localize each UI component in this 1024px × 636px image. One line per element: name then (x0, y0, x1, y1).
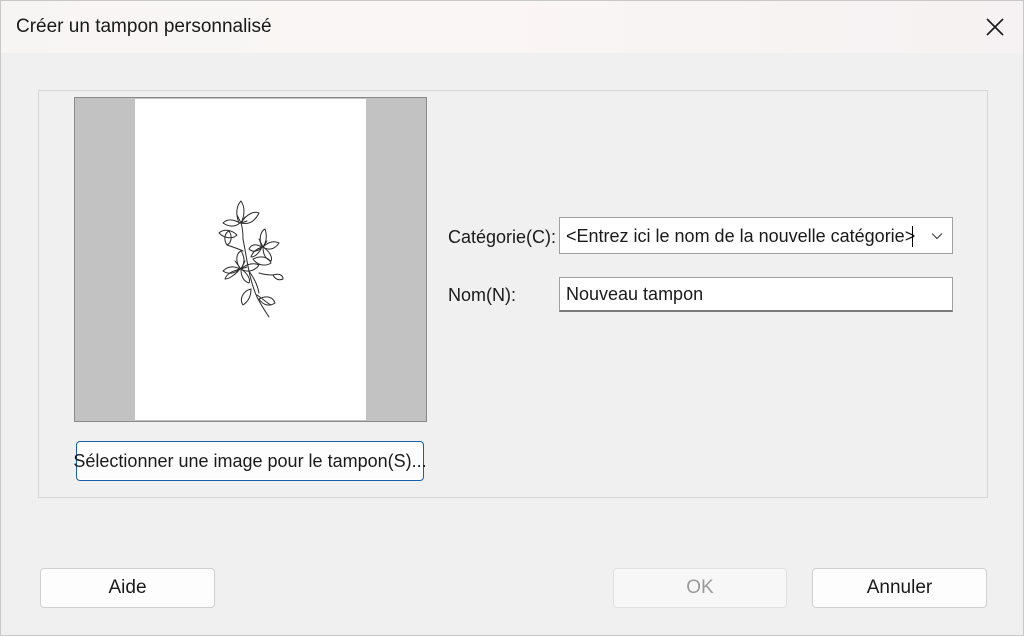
stamp-preview (74, 97, 427, 422)
dialog-window: Créer un tampon personnalisé Sélectionne… (0, 0, 1024, 636)
flower-drawing-image (218, 200, 284, 318)
title-bar: Créer un tampon personnalisé (1, 1, 1023, 53)
text-caret (912, 226, 913, 247)
category-label: Catégorie(C): (448, 227, 557, 247)
cancel-button[interactable]: Annuler (812, 568, 987, 608)
chevron-down-icon[interactable] (930, 229, 944, 243)
name-label: Nom(N): (448, 285, 516, 305)
preview-page (135, 99, 366, 420)
close-button[interactable] (975, 7, 1015, 47)
ok-button[interactable]: OK (613, 568, 787, 608)
category-value[interactable]: <Entrez ici le nom de la nouvelle catégo… (566, 226, 915, 247)
window-title: Créer un tampon personnalisé (16, 16, 272, 37)
name-input[interactable] (559, 277, 953, 312)
select-image-button[interactable]: Sélectionner une image pour le tampon(S)… (73, 441, 427, 481)
help-button[interactable]: Aide (40, 568, 215, 608)
close-icon (986, 18, 1004, 36)
category-combobox[interactable]: <Entrez ici le nom de la nouvelle catégo… (559, 217, 953, 254)
